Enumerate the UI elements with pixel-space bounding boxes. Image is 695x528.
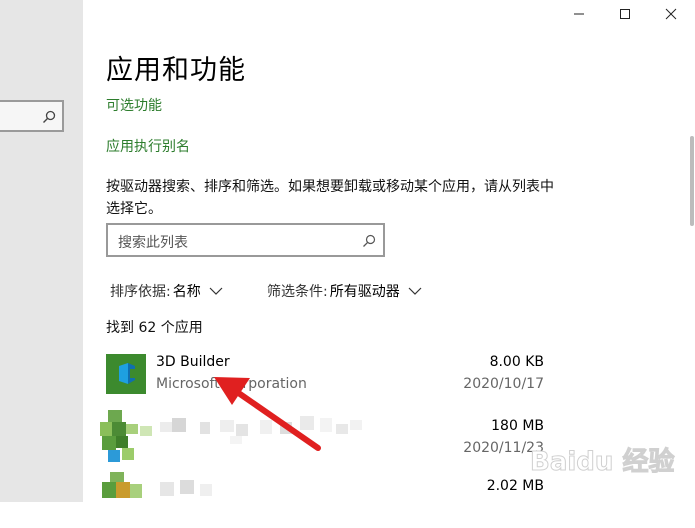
filter-dropdown[interactable]: 筛选条件: 所有驱动器 — [267, 281, 422, 301]
blurred-app-name — [160, 480, 212, 496]
close-icon — [665, 5, 677, 24]
app-execution-aliases-link[interactable]: 应用执行别名 — [106, 136, 190, 156]
chevron-down-icon — [209, 287, 223, 295]
pixelated-app-icon — [100, 472, 156, 502]
3d-builder-icon — [106, 354, 146, 394]
search-icon[interactable] — [42, 109, 56, 128]
app-name: 3D Builder — [156, 354, 230, 370]
app-size: 8.00 KB — [489, 354, 544, 370]
app-count: 找到 62 个应用 — [106, 320, 203, 336]
app-list-item[interactable]: 180 MB 2020/11/23 — [100, 410, 560, 468]
filter-value: 所有驱动器 — [329, 284, 400, 300]
maximize-icon — [619, 5, 631, 24]
minimize-button[interactable] — [556, 0, 602, 28]
app-publisher: Microsoft Corporation — [156, 376, 307, 392]
description-text: 按驱动器搜索、排序和筛选。如果想要卸载或移动某个应用，请从列表中选择它。 — [106, 179, 554, 217]
scrollbar-thumb[interactable] — [690, 136, 694, 226]
close-button[interactable] — [648, 0, 694, 28]
search-input[interactable]: 搜索此列表 — [106, 223, 385, 257]
chevron-down-icon — [408, 287, 422, 295]
app-list-item[interactable]: 3D Builder Microsoft Corporation 8.00 KB… — [100, 352, 560, 404]
baidu-watermark: Baidu 经验 — [530, 446, 675, 478]
maximize-button[interactable] — [602, 0, 648, 28]
pixelated-app-icon — [100, 410, 156, 466]
optional-features-link[interactable]: 可选功能 — [106, 95, 162, 115]
page-title: 应用和功能 — [106, 55, 246, 86]
blurred-app-name — [160, 416, 362, 444]
sort-value: 名称 — [172, 284, 201, 300]
filter-label: 筛选条件: — [267, 284, 328, 300]
left-nav-pane — [0, 0, 83, 502]
search-placeholder: 搜索此列表 — [118, 235, 188, 251]
sort-dropdown[interactable]: 排序依据: 名称 — [110, 281, 223, 301]
minimize-icon — [573, 5, 585, 24]
search-icon — [362, 233, 376, 252]
sort-label: 排序依据: — [110, 284, 171, 300]
svg-text:Baidu 经验: Baidu 经验 — [530, 446, 674, 477]
app-list-item[interactable]: 2.02 MB — [100, 472, 560, 528]
app-install-date: 2020/10/17 — [463, 376, 544, 392]
left-search-box[interactable] — [0, 100, 64, 132]
